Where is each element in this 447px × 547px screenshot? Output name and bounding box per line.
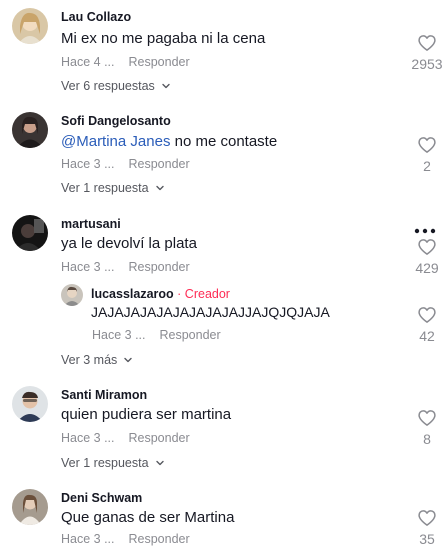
separator: · [173,287,185,301]
like-count: 42 [419,328,435,344]
chevron-down-icon [123,355,133,365]
like-button[interactable]: 429 [407,237,447,276]
avatar[interactable] [12,112,48,148]
avatar[interactable] [12,215,48,251]
chevron-down-icon [155,183,165,193]
more-horizontal-icon [414,228,436,234]
reply-button[interactable]: Responder [160,328,221,342]
like-count: 35 [419,531,435,547]
reply-button[interactable]: Responder [129,55,190,69]
view-replies-button[interactable]: Ver 6 respuestas [61,79,171,93]
view-replies-button[interactable]: Ver 1 respuesta [61,456,165,470]
like-count: 429 [415,260,439,276]
reply-button[interactable]: Responder [129,431,190,445]
comment-meta: Hace 3 ... Responder [61,157,190,171]
like-button[interactable]: 2953 [407,33,447,72]
like-count: 8 [423,431,431,447]
creator-badge: Creador [184,287,230,301]
comment-timestamp: Hace 4 ... [61,55,115,69]
heart-outline-icon [417,508,437,528]
reply-username-text: lucasslazaroo [91,287,174,301]
like-button[interactable]: 42 [407,305,447,344]
heart-outline-icon [417,135,437,155]
comment-username[interactable]: Sofi Dangelosanto [61,114,171,128]
reply-timestamp: Hace 3 ... [92,328,146,342]
reply-meta: Hace 3 ... Responder [92,328,221,342]
avatar[interactable] [61,284,83,306]
reply-username[interactable]: lucasslazaroo · Creador [91,287,230,301]
view-replies-label: Ver 1 respuesta [61,181,149,195]
view-more-replies-button[interactable]: Ver 3 más [61,353,133,367]
comment-meta: Hace 3 ... Responder [61,260,190,274]
comment-timestamp: Hace 3 ... [61,431,115,445]
like-count: 2953 [411,56,443,72]
like-count: 2 [423,158,431,174]
comment-body: no me contaste [170,133,278,150]
comment-username[interactable]: martusani [61,217,121,231]
reply-text: JAJAJAJAJAJAJAJAJAJJAJQJQJAJA [91,304,330,320]
heart-outline-icon [417,305,437,325]
reply-button[interactable]: Responder [129,260,190,274]
like-button[interactable]: 35 [407,508,447,547]
comment-timestamp: Hace 3 ... [61,157,115,171]
comment-username[interactable]: Deni Schwam [61,491,142,505]
avatar[interactable] [12,8,48,44]
chevron-down-icon [161,81,171,91]
comment-text: @Martina Janes no me contaste [61,133,277,150]
like-button[interactable]: 8 [407,408,447,447]
mention-link[interactable]: @Martina Janes [61,133,170,150]
heart-outline-icon [417,408,437,428]
comment-username[interactable]: Lau Collazo [61,10,131,24]
comment-timestamp: Hace 3 ... [61,260,115,274]
reply-button[interactable]: Responder [129,157,190,171]
view-replies-label: Ver 3 más [61,353,118,367]
comment-username[interactable]: Santi Miramon [61,388,147,402]
view-replies-button[interactable]: Ver 1 respuesta [61,181,165,195]
avatar[interactable] [12,386,48,422]
comment-text: ya le devolví la plata [61,235,197,252]
heart-outline-icon [417,33,437,53]
chevron-down-icon [155,458,165,468]
comment-meta: Hace 4 ... Responder [61,55,190,69]
comment-text: Que ganas de ser Martina [61,509,235,526]
heart-outline-icon [417,237,437,257]
like-button[interactable]: 2 [407,135,447,174]
avatar[interactable] [12,489,48,525]
comment-meta: Hace 3 ... Responder [61,431,190,445]
view-replies-label: Ver 1 respuesta [61,456,149,470]
comment-text: quien pudiera ser martina [61,406,232,423]
view-replies-label: Ver 6 respuestas [61,79,155,93]
comment-text: Mi ex no me pagaba ni la cena [61,30,266,47]
